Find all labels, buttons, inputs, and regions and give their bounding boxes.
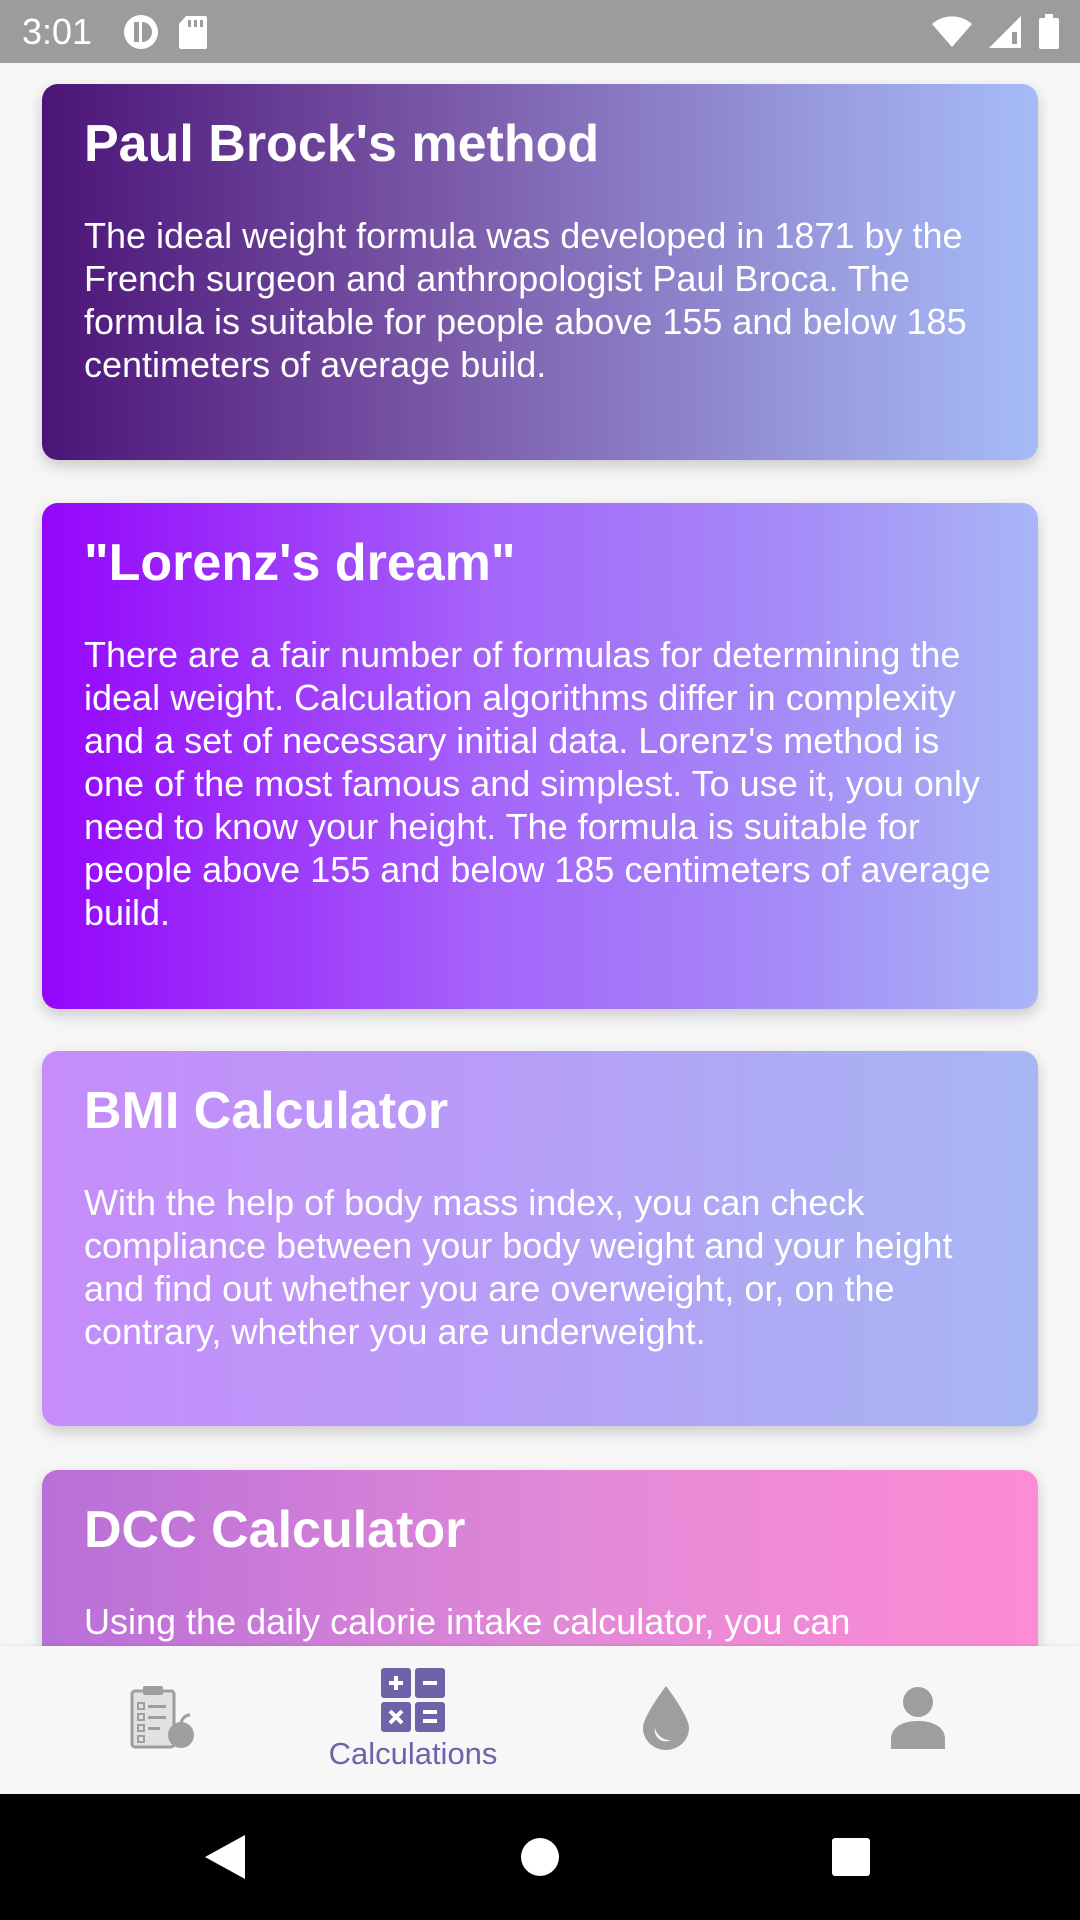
- recents-button[interactable]: [810, 1816, 892, 1898]
- nav-item-profile[interactable]: [808, 1646, 1028, 1794]
- card-lorenz-method[interactable]: "Lorenz's dream" There are a fair number…: [42, 503, 1038, 1009]
- card-description: Using the daily calorie intake calculato…: [84, 1601, 851, 1642]
- content-list[interactable]: Paul Brock's method The ideal weight for…: [0, 63, 1080, 1646]
- cell-signal-icon: [989, 16, 1021, 48]
- sync-icon: [124, 15, 158, 49]
- profile-icon: [891, 1687, 945, 1749]
- back-icon: [205, 1835, 245, 1879]
- system-navigation-bar: [0, 1794, 1080, 1920]
- card-title: "Lorenz's dream": [84, 534, 516, 592]
- card-title: BMI Calculator: [84, 1082, 449, 1140]
- screen: 3:01 Paul Brock's method The ideal weigh…: [0, 0, 1080, 1920]
- recents-icon: [832, 1838, 870, 1876]
- sd-card-icon: [179, 16, 207, 49]
- status-time: 3:01: [22, 11, 93, 52]
- nav-item-calculations[interactable]: Calculations: [303, 1646, 523, 1794]
- nav-item-water[interactable]: [556, 1646, 776, 1794]
- back-button[interactable]: [184, 1816, 266, 1898]
- battery-icon: [1039, 14, 1059, 49]
- card-dcc-calculator[interactable]: DCC Calculator Using the daily calorie i…: [42, 1470, 1038, 1646]
- card-description: With the help of body mass index, you ca…: [84, 1182, 953, 1352]
- water-drop-icon: [643, 1686, 689, 1750]
- bottom-navigation: Calculations: [0, 1646, 1080, 1794]
- card-description: The ideal weight formula was developed i…: [84, 215, 967, 385]
- status-left-icons: [122, 12, 208, 52]
- home-icon: [521, 1838, 559, 1876]
- card-title: Paul Brock's method: [84, 115, 600, 173]
- diet-clipboard-icon: [130, 1686, 194, 1749]
- card-title: DCC Calculator: [84, 1501, 466, 1559]
- status-bar: 3:01: [0, 0, 1080, 63]
- nav-label-calculations: Calculations: [328, 1736, 498, 1771]
- card-bmi-calculator[interactable]: BMI Calculator With the help of body mas…: [42, 1051, 1038, 1426]
- nav-item-diet[interactable]: [52, 1646, 272, 1794]
- card-broca-method[interactable]: Paul Brock's method The ideal weight for…: [42, 84, 1038, 460]
- card-description: There are a fair number of formulas for …: [84, 634, 991, 933]
- wifi-icon: [932, 16, 972, 47]
- calculator-icon: [381, 1668, 445, 1732]
- home-button[interactable]: [499, 1816, 581, 1898]
- status-right-icons: [932, 10, 1060, 54]
